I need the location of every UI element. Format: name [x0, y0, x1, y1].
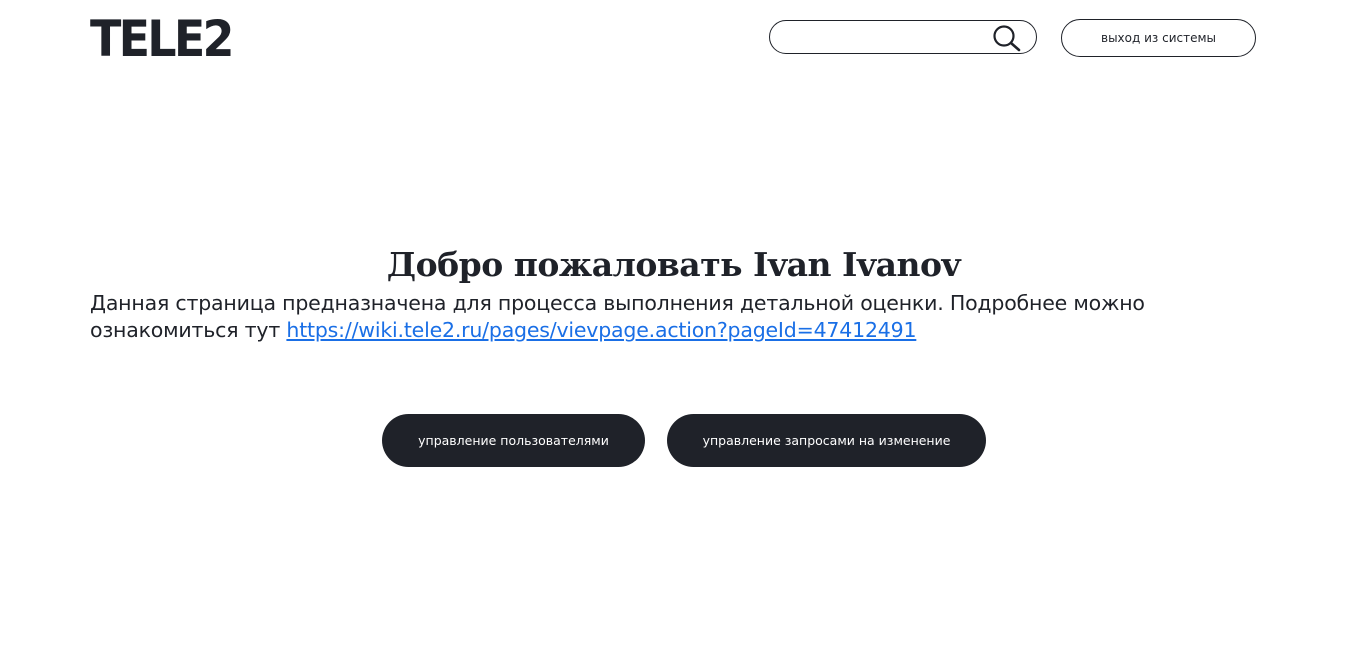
manage-users-button[interactable]: управление пользователями [382, 414, 645, 467]
tele2-logo[interactable]: TELE2 [90, 12, 235, 66]
manage-change-requests-button[interactable]: управление запросами на изменение [667, 414, 986, 467]
logout-button[interactable]: выход из системы [1061, 19, 1256, 57]
search-icon[interactable] [992, 24, 1022, 52]
page: TELE2 выход из системы Добро пожаловать … [0, 0, 1347, 656]
page-title: Добро пожаловать Ivan Ivanov [386, 245, 961, 284]
search-input[interactable] [784, 26, 988, 50]
search-box [769, 20, 1037, 54]
wiki-link[interactable]: https://wiki.tele2.ru/pages/vievpage.act… [286, 318, 916, 342]
description: Данная страница предназначена для процес… [90, 290, 1190, 344]
